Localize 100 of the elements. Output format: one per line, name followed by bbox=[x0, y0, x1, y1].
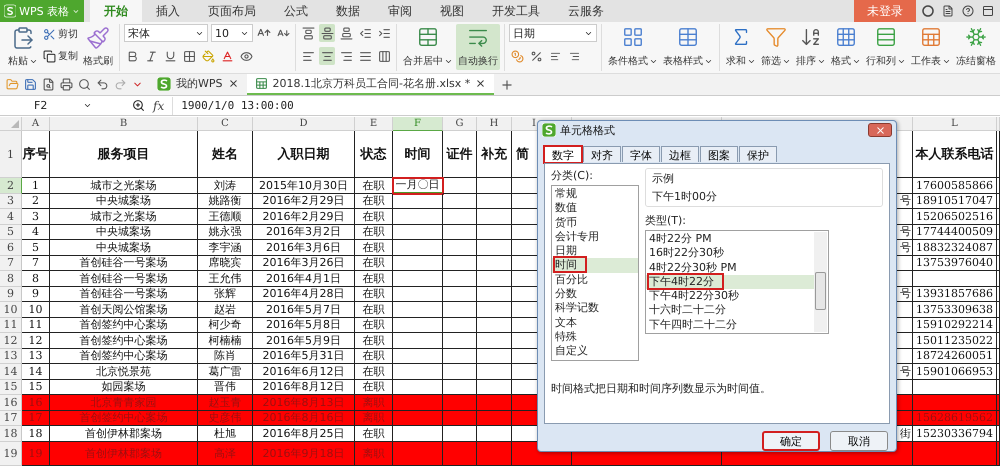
table-cell: 9 bbox=[22, 286, 50, 302]
table-cell: 13753309638 bbox=[913, 302, 997, 318]
table-header-cell: 本人联系电话 bbox=[913, 131, 997, 178]
table-cell: 首创签约中心案场 bbox=[50, 348, 198, 364]
table-cell: 2016年8月16日 bbox=[253, 410, 355, 426]
type-label: 类型(T): bbox=[645, 212, 688, 228]
table-cell: 首创硅谷一号案场 bbox=[50, 271, 198, 286]
sample-label: 示例 bbox=[652, 170, 675, 186]
table-cell: 2016年2月29日 bbox=[253, 209, 355, 224]
table-cell: 在职 bbox=[355, 224, 393, 240]
table-header-cell: 姓名 bbox=[198, 131, 253, 178]
table-cell: 柯楠楠 bbox=[198, 333, 253, 348]
table-cell: 首创硅谷一号案场 bbox=[50, 286, 198, 302]
table-cell: 1 bbox=[22, 178, 50, 194]
table-cell: 2016年4月1日 bbox=[253, 271, 355, 286]
table-cell: 17600585866 bbox=[913, 178, 997, 194]
table-cell: 在职 bbox=[355, 364, 393, 380]
table-cell: 离职 bbox=[355, 442, 393, 466]
table-cell: 在职 bbox=[355, 333, 393, 348]
table-cell: 7 bbox=[22, 256, 50, 271]
table-cell: 2016年3月2日 bbox=[253, 224, 355, 240]
table-cell: 城市之光案场 bbox=[50, 209, 198, 224]
table-cell: 城市之光案场 bbox=[50, 178, 198, 194]
table-cell: 19 bbox=[22, 442, 50, 466]
table-cell: 2016年6月12日 bbox=[253, 364, 355, 380]
table-cell: 史彦伟 bbox=[198, 410, 253, 426]
table-cell: 在职 bbox=[355, 318, 393, 333]
table-cell: 11 bbox=[22, 318, 50, 333]
table-cell: 姚永强 bbox=[198, 224, 253, 240]
table-cell: 2016年5月9日 bbox=[253, 333, 355, 348]
table-cell: 15206502516 bbox=[913, 209, 997, 224]
table-cell: 2016年9月18日 bbox=[253, 442, 355, 466]
table-cell: 陈肖 bbox=[198, 348, 253, 364]
table-cell: 2016年4月28日 bbox=[253, 286, 355, 302]
table-cell: 王德顺 bbox=[198, 209, 253, 224]
table-cell: 13 bbox=[22, 348, 50, 364]
description-text: 时间格式把日期和时间序列数显示为时间值。 bbox=[551, 380, 772, 396]
table-cell: 首创伊林郡案场 bbox=[50, 442, 198, 466]
table-cell: 席晓宾 bbox=[198, 256, 253, 271]
table-cell: 姚路衡 bbox=[198, 194, 253, 209]
table-cell: 15628619562 bbox=[913, 410, 997, 426]
table-cell: 北京悦景苑 bbox=[50, 364, 198, 380]
table-header-cell: 补充 bbox=[477, 131, 512, 178]
table-cell: 3 bbox=[22, 209, 50, 224]
table-cell: 李宇涵 bbox=[198, 240, 253, 256]
table-header-cell: 服务项目 bbox=[50, 131, 198, 178]
table-cell: 18724260051 bbox=[913, 348, 997, 364]
table-cell: 2015年10月30日 bbox=[253, 178, 355, 194]
table-cell: 17744400509 bbox=[913, 224, 997, 240]
table-cell: 一月〇日 bbox=[393, 178, 443, 194]
table-cell: 在职 bbox=[355, 178, 393, 194]
table-cell: 中央城案场 bbox=[50, 224, 198, 240]
table-cell: 18910517047 bbox=[913, 194, 997, 209]
table-cell: 12 bbox=[22, 333, 50, 348]
table-cell: 首创签约中心案场 bbox=[50, 333, 198, 348]
table-cell: 4 bbox=[22, 224, 50, 240]
table-cell: 高泽 bbox=[198, 442, 253, 466]
table-cell: 葛广雷 bbox=[198, 364, 253, 380]
table-cell: 在职 bbox=[355, 240, 393, 256]
table-cell: 在职 bbox=[355, 256, 393, 271]
table-cell: 首创签约中心案场 bbox=[50, 318, 198, 333]
table-header-cell: 证件 bbox=[443, 131, 477, 178]
table-cell: 18832324087 bbox=[913, 240, 997, 256]
table-cell: 2016年5月31日 bbox=[253, 348, 355, 364]
table-cell: 在职 bbox=[355, 302, 393, 318]
table-cell: 15910292214 bbox=[913, 318, 997, 333]
table-cell: 8 bbox=[22, 271, 50, 286]
table-cell: 15901066953 bbox=[913, 364, 997, 380]
table-cell: 刘涛 bbox=[198, 178, 253, 194]
table-cell: 中央城案场 bbox=[50, 240, 198, 256]
table-cell: 首创天阅公馆案场 bbox=[50, 302, 198, 318]
table-cell: 在职 bbox=[355, 271, 393, 286]
table-cell: 10 bbox=[22, 302, 50, 318]
table-cell: 14 bbox=[22, 364, 50, 380]
table-cell: 2016年3月26日 bbox=[253, 256, 355, 271]
table-cell: 中央城案场 bbox=[50, 194, 198, 209]
table-cell: 在职 bbox=[355, 348, 393, 364]
table-cell: 13931857686 bbox=[913, 286, 997, 302]
table-header-cell: 入职日期 bbox=[253, 131, 355, 178]
table-cell: 在职 bbox=[355, 194, 393, 209]
table-cell: 在职 bbox=[355, 209, 393, 224]
table-cell: 赵岩 bbox=[198, 302, 253, 318]
table-header-cell: 序号 bbox=[22, 131, 50, 178]
table-cell: 2016年5月8日 bbox=[253, 318, 355, 333]
sample-value: 下午1时00分 bbox=[652, 188, 718, 204]
table-cell: 2016年2月29日 bbox=[253, 194, 355, 209]
table-cell: 离职 bbox=[355, 410, 393, 426]
table-cell: 张辉 bbox=[198, 286, 253, 302]
table-cell: 17 bbox=[22, 410, 50, 426]
table-cell: 柯少奇 bbox=[198, 318, 253, 333]
table-cell: 首创签约中心案场 bbox=[50, 410, 198, 426]
table-cell: 2 bbox=[22, 194, 50, 209]
table-header-cell: 状态 bbox=[355, 131, 393, 178]
table-cell: 2016年3月6日 bbox=[253, 240, 355, 256]
table-cell: 2016年5月7日 bbox=[253, 302, 355, 318]
table-header-cell: 时间 bbox=[393, 131, 443, 178]
table-cell: 5 bbox=[22, 240, 50, 256]
table-cell: 13753976040 bbox=[913, 256, 997, 271]
table-cell: 王允伟 bbox=[198, 271, 253, 286]
table-cell: 首创硅谷一号案场 bbox=[50, 256, 198, 271]
